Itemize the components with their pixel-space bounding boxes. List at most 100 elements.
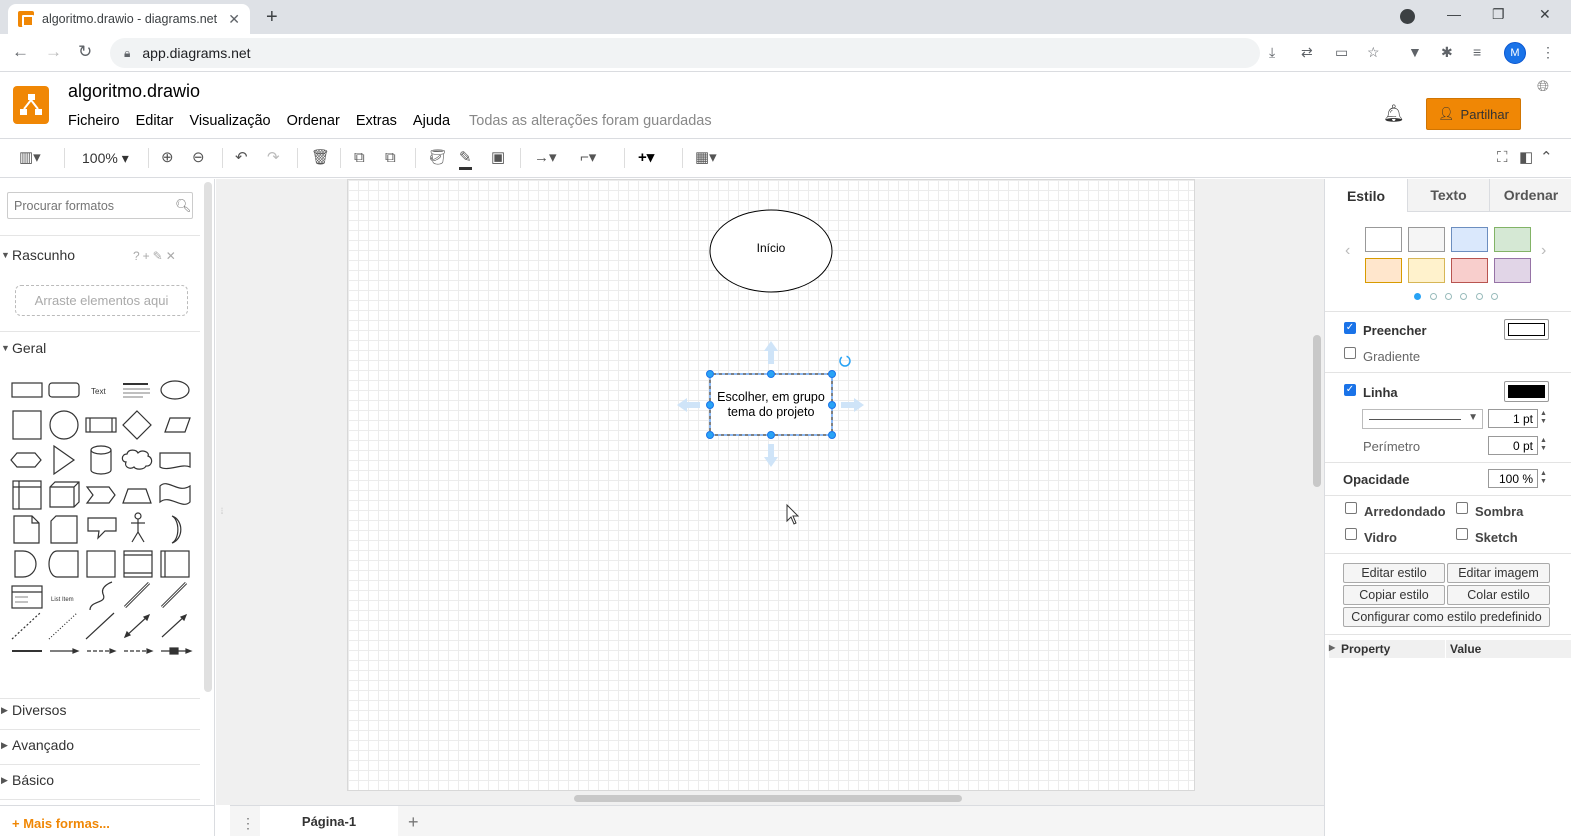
- panel-toggle-icon[interactable]: ◧: [1519, 149, 1533, 167]
- shape-document[interactable]: [159, 452, 191, 470]
- sidebar-scrollbar[interactable]: [204, 182, 212, 692]
- shape-or[interactable]: [171, 515, 182, 544]
- menu-ajuda[interactable]: Ajuda: [413, 113, 450, 129]
- shape-cloud[interactable]: [121, 449, 153, 470]
- shape-bidirectional-arrow[interactable]: [123, 581, 151, 609]
- shape-cylinder[interactable]: [90, 445, 112, 475]
- line-width-spinner[interactable]: ▲ ▼: [1540, 410, 1547, 426]
- send-to-device-icon[interactable]: ▭: [1335, 44, 1348, 61]
- scratchpad-actions[interactable]: ?+✎✕: [133, 249, 179, 263]
- page-dot-2[interactable]: [1430, 293, 1437, 300]
- tab-arrange[interactable]: Ordenar: [1489, 179, 1571, 212]
- opacity-spinner[interactable]: ▲ ▼: [1540, 470, 1547, 486]
- close-tab-icon[interactable]: ✕: [228, 11, 240, 28]
- glass-checkbox[interactable]: [1345, 528, 1357, 540]
- forward-icon[interactable]: →: [45, 42, 62, 62]
- swatch-prev-icon[interactable]: ‹: [1345, 242, 1350, 260]
- shape-list[interactable]: [11, 585, 43, 609]
- set-default-style-button[interactable]: Configurar como estilo predefinido: [1343, 607, 1550, 627]
- shape-tape[interactable]: [159, 483, 191, 505]
- to-back-icon[interactable]: ⧉: [385, 149, 396, 167]
- section-scratchpad[interactable]: ▼ Rascunho: [0, 247, 75, 263]
- shape-data-storage[interactable]: [48, 550, 79, 578]
- shape-container[interactable]: [86, 550, 116, 578]
- language-globe-icon[interactable]: 🌐︎: [1537, 78, 1549, 95]
- tab-search-icon[interactable]: [1400, 9, 1415, 24]
- shape-triangle[interactable]: [53, 444, 76, 476]
- rotate-handle-icon[interactable]: [839, 355, 851, 367]
- shape-connector[interactable]: [50, 648, 80, 654]
- rounded-checkbox[interactable]: [1345, 502, 1357, 514]
- redo-icon[interactable]: ↷: [267, 149, 280, 167]
- fill-color-icon[interactable]: 🪣︎: [428, 149, 447, 167]
- media-control-icon[interactable]: ≡: [1473, 44, 1481, 60]
- table-icon[interactable]: ▦▾: [695, 149, 717, 167]
- search-shapes-input[interactable]: [7, 192, 193, 219]
- shape-note[interactable]: [13, 515, 40, 544]
- translate-icon[interactable]: ⇄: [1301, 44, 1313, 61]
- shadow-icon[interactable]: ▣: [491, 149, 505, 167]
- shape-vertical-container[interactable]: [160, 550, 190, 578]
- add-page-icon[interactable]: +: [408, 812, 419, 833]
- extension-icon[interactable]: ▼: [1408, 44, 1422, 60]
- shape-hexagon[interactable]: [10, 452, 42, 468]
- new-tab-icon[interactable]: +: [266, 6, 278, 29]
- shape-delay[interactable]: [14, 550, 37, 578]
- line-color-picker[interactable]: [1504, 381, 1549, 402]
- page-dot-6[interactable]: [1491, 293, 1498, 300]
- style-swatch[interactable]: [1408, 227, 1445, 252]
- shape-actor[interactable]: [131, 512, 145, 543]
- omnibox[interactable]: 🔒︎ app.diagrams.net: [110, 38, 1260, 68]
- menu-editar[interactable]: Editar: [136, 113, 174, 129]
- document-title[interactable]: algoritmo.drawio: [68, 81, 200, 102]
- style-swatch[interactable]: [1451, 227, 1488, 252]
- minimize-icon[interactable]: —: [1447, 6, 1461, 22]
- tab-text[interactable]: Texto: [1407, 179, 1489, 212]
- swatch-next-icon[interactable]: ›: [1541, 242, 1546, 260]
- panel-splitter[interactable]: ⦙: [221, 506, 223, 517]
- shape-circle[interactable]: [49, 410, 79, 440]
- shape-list-item[interactable]: List Item: [51, 597, 74, 603]
- zoom-in-icon[interactable]: ⊕: [161, 149, 174, 167]
- close-window-icon[interactable]: ✕: [1539, 6, 1551, 23]
- shadow-checkbox[interactable]: [1456, 502, 1468, 514]
- copy-style-button[interactable]: Copiar estilo: [1343, 585, 1445, 605]
- shape-ellipse[interactable]: [160, 380, 190, 400]
- style-swatch[interactable]: [1451, 258, 1488, 283]
- install-app-icon[interactable]: ⤓: [1269, 44, 1275, 61]
- zoom-level[interactable]: 100% ▾: [82, 149, 129, 167]
- notification-bell-icon[interactable]: 🔔︎: [1383, 104, 1405, 124]
- gradient-checkbox[interactable]: [1344, 347, 1356, 359]
- shape-step[interactable]: [85, 486, 116, 504]
- page-tab[interactable]: Página-1: [260, 806, 398, 837]
- shape-frame[interactable]: [123, 550, 153, 578]
- pages-menu-icon[interactable]: ⋮: [241, 815, 255, 832]
- page-dot-3[interactable]: [1445, 293, 1452, 300]
- tab-style[interactable]: Estilo: [1325, 179, 1407, 212]
- menu-ficheiro[interactable]: Ficheiro: [68, 113, 120, 129]
- shape-directional-connector[interactable]: [161, 613, 188, 638]
- line-width-input[interactable]: 1 pt: [1488, 409, 1538, 428]
- edit-image-button[interactable]: Editar imagem: [1447, 563, 1550, 583]
- bookmark-star-icon[interactable]: ☆: [1367, 44, 1380, 61]
- insert-icon[interactable]: +▾: [638, 149, 654, 167]
- style-swatch[interactable]: [1408, 258, 1445, 283]
- delete-icon[interactable]: 🗑︎: [311, 149, 330, 167]
- browser-tab[interactable]: algoritmo.drawio - diagrams.net ✕: [8, 4, 250, 34]
- shape-rounded-rectangle[interactable]: [48, 382, 80, 398]
- scratchpad-dropzone[interactable]: Arraste elementos aqui: [15, 285, 188, 316]
- shape-trapezoid[interactable]: [122, 488, 152, 504]
- sketch-checkbox[interactable]: [1456, 528, 1468, 540]
- shape-dashed-connector[interactable]: [87, 648, 117, 654]
- line-color-icon[interactable]: ✎: [459, 149, 472, 170]
- shape-internal-storage[interactable]: [12, 480, 42, 510]
- shape-callout[interactable]: [87, 517, 117, 540]
- shape-parallelogram[interactable]: [164, 417, 191, 433]
- page-dot-4[interactable]: [1460, 293, 1467, 300]
- shape-square[interactable]: [12, 410, 42, 440]
- more-shapes-link[interactable]: + Mais formas...: [12, 816, 110, 831]
- style-swatch[interactable]: [1494, 258, 1531, 283]
- shape-block-connector[interactable]: [161, 647, 193, 655]
- style-swatch[interactable]: [1365, 258, 1402, 283]
- shape-curve[interactable]: [89, 581, 113, 611]
